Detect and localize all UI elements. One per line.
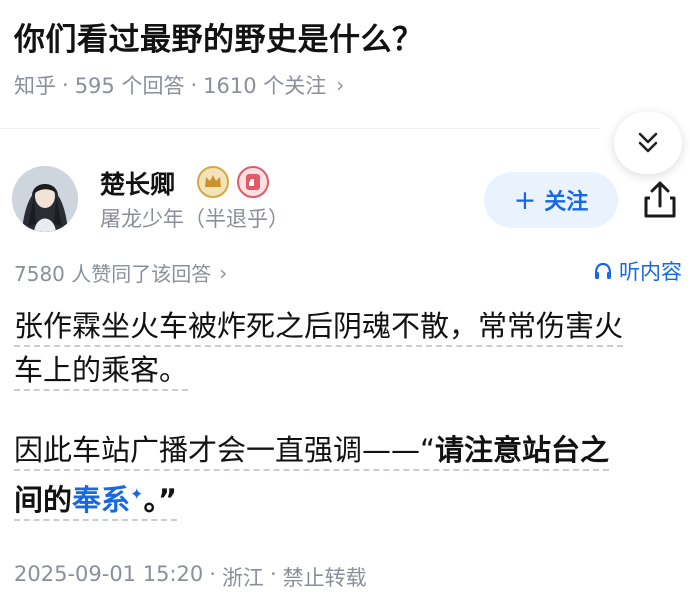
listen-button[interactable]: 听内容 [593, 256, 682, 286]
separator: · [62, 73, 69, 97]
divider [0, 128, 600, 129]
post-location: 浙江 [221, 566, 264, 590]
answer-paragraph-1: 张作霖坐火车被炸死之后阴魂不散，常常伤害火 车上的乘客。 [14, 304, 624, 392]
chevron-right-icon: › [336, 73, 345, 97]
source-label: 知乎 [14, 74, 56, 98]
answer-text-line: 张作霖坐火车被炸死之后阴魂不散，常常伤害火 [14, 309, 624, 347]
answer-footer: 2025-09-01 15:20 · 浙江 · 禁止转载 [14, 562, 367, 592]
headphones-icon [594, 262, 612, 279]
author-name[interactable]: 楚长卿 [100, 165, 175, 201]
avatar-illustration [12, 166, 78, 232]
separator: · [190, 73, 198, 97]
post-datetime: 2025-09-01 15:20 [14, 562, 204, 586]
answer-text-line: 车上的乘客。 [14, 353, 189, 391]
answer-text-bold: 请注意站台之 [435, 433, 610, 467]
topic-link[interactable]: 奉系 [72, 483, 130, 517]
share-icon[interactable] [638, 178, 682, 222]
question-title[interactable]: 你们看过最野的野史是什么？ [14, 14, 424, 59]
likes-summary[interactable]: 7580 人赞同了该回答 › [14, 258, 227, 287]
author-bio: 屠龙少年（半退乎） [100, 207, 289, 231]
answer-paragraph-2: 因此车站广播才会一直强调——“请注意站台之 间的奉系✦。” [14, 428, 610, 522]
follow-label: 关注 [544, 190, 589, 215]
follow-button[interactable]: + 关注 [484, 172, 618, 228]
separator: · [269, 562, 277, 586]
answer-count: 595 个回答 [74, 74, 185, 98]
separator: · [209, 562, 216, 586]
question-meta[interactable]: 知乎 · 595 个回答 · 1610 个关注 › [14, 70, 344, 100]
chevron-double-down-icon [638, 132, 658, 153]
chevron-right-icon: › [219, 260, 228, 285]
sparkle-icon: ✦ [130, 484, 144, 503]
collapse-button[interactable] [614, 112, 682, 174]
answer-text-bold: 。” [143, 482, 177, 517]
listen-label: 听内容 [619, 260, 682, 284]
likes-text: 7580 人赞同了该回答 [14, 262, 212, 286]
like-badge-icon [237, 166, 269, 198]
author-avatar[interactable] [12, 166, 78, 232]
answer-text-bold: 间的 [14, 482, 73, 517]
plus-icon: + [513, 184, 537, 216]
copyright-notice: 禁止转载 [282, 566, 367, 590]
follower-count: 1610 个关注 [203, 74, 327, 98]
crown-badge-icon [197, 166, 229, 198]
answer-text-segment: 因此车站广播才会一直强调——“ [14, 433, 436, 467]
